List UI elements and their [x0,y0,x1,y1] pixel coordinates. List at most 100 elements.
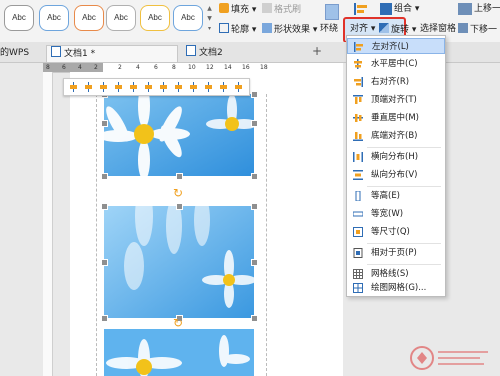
ruler-tick-label: 2 [94,64,98,71]
align-middle-icon[interactable] [129,82,139,92]
outline-button[interactable]: 轮廓 ▾ [219,23,256,36]
shape-style-sample[interactable]: Abc [4,5,34,31]
fill-button[interactable]: 填充 ▾ [219,3,256,16]
align-bottom-icon[interactable] [144,82,154,92]
resize-handle[interactable] [176,173,183,180]
resize-handle[interactable] [251,91,258,98]
drawing-grid-icon [353,283,363,293]
align-icon [354,3,368,15]
resize-handle[interactable] [101,173,108,180]
document-icon [186,45,196,56]
align-right-icon [353,77,363,87]
menu-item-same-width[interactable]: 等宽(W) [347,206,445,222]
tab-doc1[interactable]: 文档1 * [46,45,178,62]
ruler-tick-label: 12 [206,64,214,71]
vertical-ruler[interactable] [43,72,53,376]
tab-doc2[interactable]: 文档2 [182,45,302,61]
ruler-tick-label: 8 [46,64,50,71]
rotate-handle-icon[interactable]: ↻ [173,187,183,199]
menu-separator [367,243,441,244]
resize-handle[interactable] [251,315,258,322]
wrap-text-button[interactable]: 环绕 [320,23,338,35]
shape-style-sample[interactable]: Abc [106,5,136,31]
align-bottom-icon [353,131,363,141]
ruler-tick-label: 8 [172,64,176,71]
same-width-icon[interactable] [204,82,214,92]
group-button[interactable]: 组合 ▾ [394,3,419,15]
align-middle-icon [353,113,363,123]
gallery-up-icon[interactable]: ▲ [205,4,214,14]
menu-item-align-bottom[interactable]: 底端对齐(B) [347,128,445,144]
style-gallery-scroll[interactable]: ▲ ▼ ▾ [205,4,214,36]
wrap-icon [325,4,339,20]
ruler-tick-label: 4 [136,64,140,71]
relative-to-page-icon [353,248,363,258]
shape-style-sample[interactable]: Abc [74,5,104,31]
selection-pane-button[interactable]: 选择窗格 [420,23,456,35]
rotate-handle-icon[interactable]: ↻ [173,317,183,329]
menu-item-align-left[interactable]: 左对齐(L) [347,38,445,54]
align-top-icon [353,95,363,105]
align-dropdown-menu: 左对齐(L) 水平居中(C) 右对齐(R) 顶端对齐(T) 垂直居中(M) 底端… [346,35,446,297]
distribute-horizontal-icon[interactable] [159,82,169,92]
resize-handle[interactable] [101,203,108,210]
distribute-vertical-icon[interactable] [174,82,184,92]
resize-handle[interactable] [101,120,108,127]
daisy-photo[interactable] [104,206,254,318]
resize-handle[interactable] [251,203,258,210]
tab-my-wps[interactable]: 的WPS [0,45,44,61]
shape-effects-icon [262,23,272,33]
rotate-icon [379,23,389,33]
more-options-icon[interactable] [234,82,244,92]
shape-effects-button[interactable]: 形状效果 ▾ [262,23,317,36]
send-backward-icon [458,23,468,33]
format-painter-icon [262,3,272,13]
group-icon [380,3,392,15]
menu-separator [367,147,441,148]
menu-separator [367,264,441,265]
bring-forward-button[interactable]: 上移一 [474,3,500,15]
new-tab-icon[interactable]: + [312,44,322,58]
align-right-icon[interactable] [99,82,109,92]
align-button[interactable]: 对齐 ▾ [350,23,375,35]
fill-icon [219,3,229,13]
resize-handle[interactable] [101,315,108,322]
resize-handle[interactable] [101,259,108,266]
menu-item-same-size[interactable]: 等尺寸(Q) [347,224,445,240]
menu-item-drawing-grid[interactable]: 绘图网格(G)... [347,280,445,296]
ruler-tick-label: 10 [188,64,196,71]
gridlines-icon [353,269,363,279]
align-left-icon[interactable] [69,82,79,92]
shape-style-sample[interactable]: Abc [39,5,69,31]
ruler-tick-label: 4 [78,64,82,71]
same-size-icon[interactable] [219,82,229,92]
menu-item-distribute-horizontal[interactable]: 横向分布(H) [347,149,445,165]
resize-handle[interactable] [176,203,183,210]
ruler-tick-label: 6 [62,64,66,71]
format-painter-button[interactable]: 格式刷 [262,3,301,16]
menu-item-align-right[interactable]: 右对齐(R) [347,74,445,90]
menu-item-relative-to-page[interactable]: 相对于页(P) [347,245,445,261]
menu-item-same-height[interactable]: 等高(E) [347,188,445,204]
same-height-icon[interactable] [189,82,199,92]
menu-item-align-top[interactable]: 顶端对齐(T) [347,92,445,108]
menu-item-align-center[interactable]: 水平居中(C) [347,56,445,72]
menu-item-distribute-vertical[interactable]: 纵向分布(V) [347,167,445,183]
gallery-more-icon[interactable]: ▾ [205,24,214,34]
margin-guide [266,94,268,376]
menu-item-align-middle[interactable]: 垂直居中(M) [347,110,445,126]
align-center-icon[interactable] [84,82,94,92]
send-backward-button[interactable]: 下移一 [458,23,497,36]
daisy-photo[interactable] [104,94,254,176]
align-center-icon [353,59,363,69]
distribute-horizontal-icon [353,152,363,162]
shape-style-sample[interactable]: Abc [140,5,170,31]
align-top-icon[interactable] [114,82,124,92]
resize-handle[interactable] [251,259,258,266]
shape-style-sample[interactable]: Abc [173,5,203,31]
watermark-logo [410,344,492,372]
resize-handle[interactable] [251,120,258,127]
resize-handle[interactable] [251,173,258,180]
gallery-down-icon[interactable]: ▼ [205,14,214,24]
daisy-photo[interactable] [104,329,254,376]
